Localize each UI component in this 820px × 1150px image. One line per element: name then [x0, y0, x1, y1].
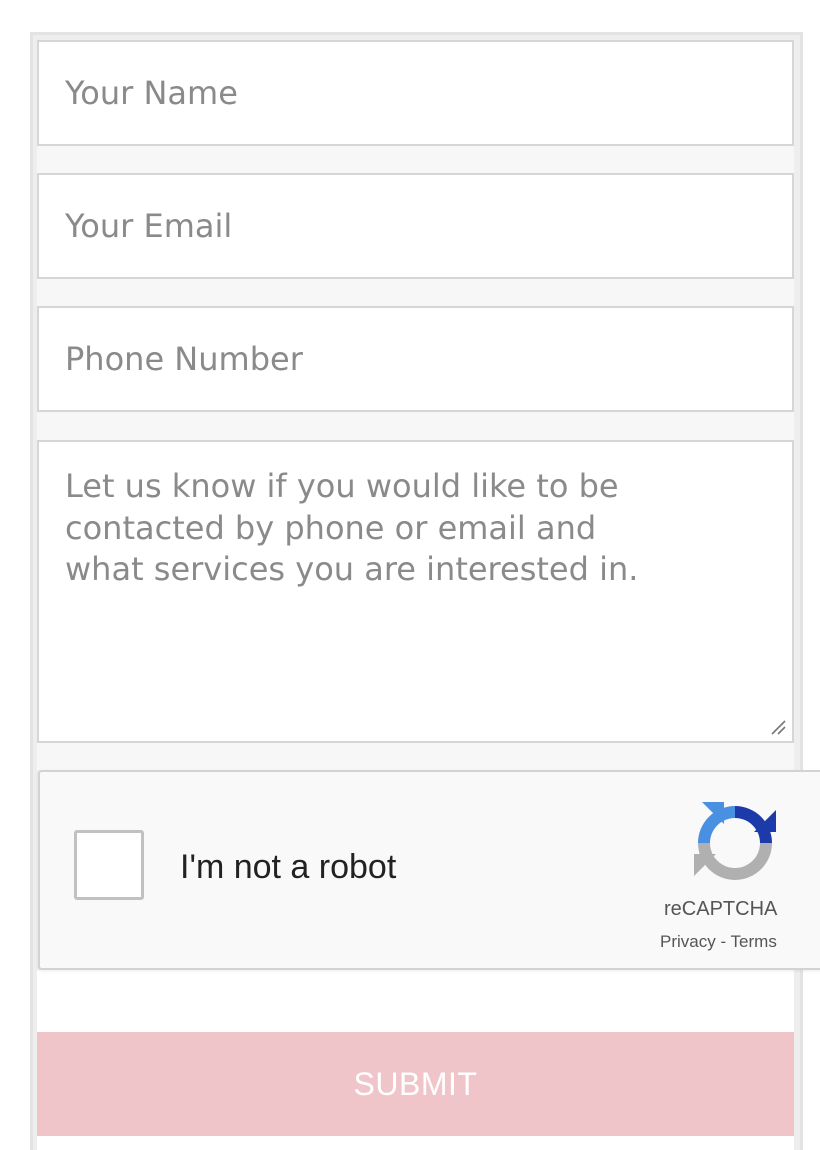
links-separator: - [715, 932, 731, 951]
phone-field[interactable]: Phone Number [37, 306, 794, 412]
email-field[interactable]: Your Email [37, 173, 794, 279]
message-textarea[interactable]: Let us know if you would like to be cont… [37, 440, 794, 743]
name-placeholder: Your Name [65, 74, 238, 112]
privacy-link[interactable]: Privacy [660, 932, 716, 951]
recaptcha-checkbox[interactable] [74, 830, 144, 900]
contact-form-page: Your Name Your Email Phone Number Let us… [0, 0, 820, 1150]
field-gap [37, 146, 794, 173]
field-gap [37, 743, 794, 770]
resize-handle-icon[interactable] [768, 717, 786, 735]
field-gap [37, 412, 794, 440]
terms-link[interactable]: Terms [731, 932, 777, 951]
recaptcha-label: I'm not a robot [180, 848, 397, 886]
name-field[interactable]: Your Name [37, 40, 794, 146]
recaptcha-brand: reCAPTCHA [664, 898, 778, 920]
message-placeholder: Let us know if you would like to be cont… [65, 467, 639, 589]
recaptcha-logo-icon [694, 802, 776, 880]
phone-placeholder: Phone Number [65, 340, 303, 378]
field-gap [37, 279, 794, 306]
recaptcha-links: Privacy - Terms [660, 932, 777, 952]
submit-button[interactable]: SUBMIT [37, 1032, 794, 1136]
email-placeholder: Your Email [65, 207, 233, 245]
recaptcha-widget: I'm not a robot reCAPTCHA Privacy - Term… [38, 770, 820, 970]
